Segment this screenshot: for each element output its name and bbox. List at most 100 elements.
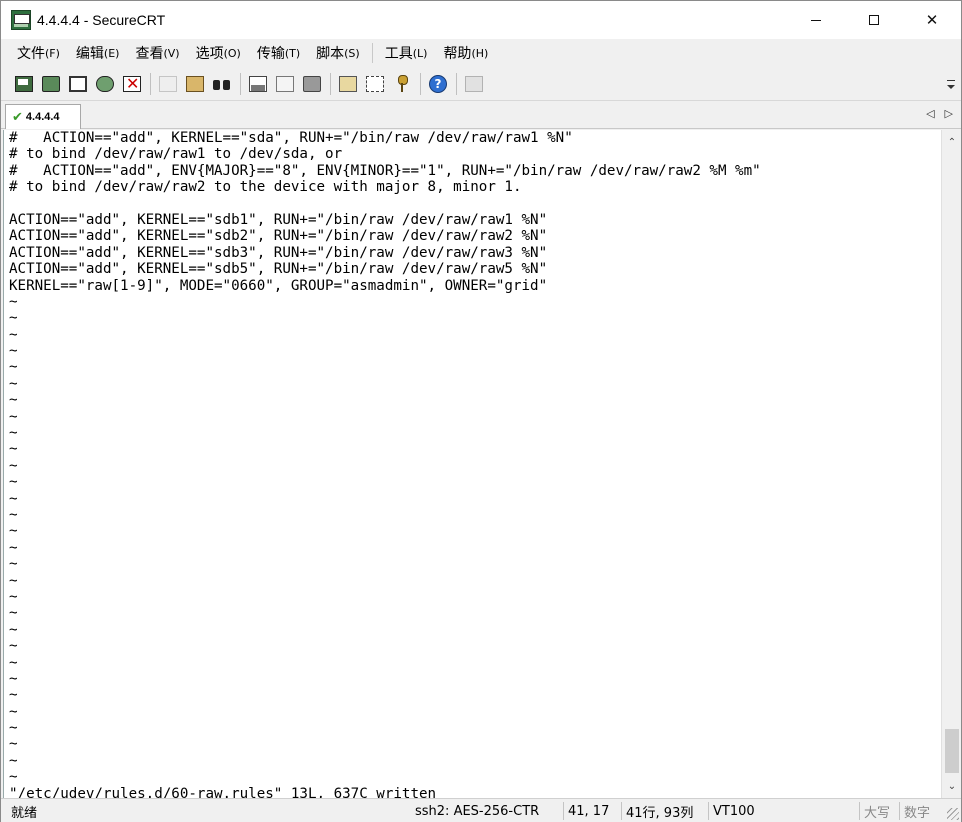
global-options-button[interactable] [364,73,386,95]
global-options-icon [366,75,384,92]
status-bar: 就绪 ssh2: AES-256-CTR 41, 17 41行, 93列 VT1… [1,798,961,822]
window-controls: ✕ [787,1,961,39]
disconnect-button[interactable] [121,73,143,95]
terminal-line: ~ [9,539,18,556]
menu-tools[interactable]: 工具 (L) [377,41,436,65]
terminal-output: # ACTION=="add", KERNEL=="sda", RUN+="/b… [9,130,761,798]
keymap-key-icon [397,74,408,93]
terminal-line: ~ [9,441,18,458]
menu-options[interactable]: 选项 (O) [188,41,249,65]
session-options-icon [339,75,357,92]
tab-scroll-left-icon[interactable]: ◁ [926,107,934,120]
print-setup-button[interactable] [301,73,323,95]
reconnect-icon [96,75,114,92]
terminal-line: ~ [9,670,18,687]
command-window-button[interactable] [463,73,485,95]
terminal-line: ~ [9,506,18,523]
paste-button[interactable] [184,73,206,95]
keymap-button[interactable] [391,73,413,95]
maximize-button[interactable] [845,1,903,39]
title-bar[interactable]: 4.4.4.4 - SecureCRT ✕ [1,1,961,39]
command-window-icon [465,75,483,92]
menu-file[interactable]: 文件 (F) [9,41,68,65]
status-terminal-type: VT100 [708,802,759,820]
scroll-up-icon[interactable]: ⌃ [942,132,962,152]
terminal-line: ~ [9,293,18,310]
menu-script[interactable]: 脚本 (S) [308,41,368,65]
toolbar-separator [420,72,421,95]
terminal-line: ~ [9,703,18,720]
menu-bar: 文件 (F) 编辑 (E) 查看 (V) 选项 (O) 传输 (T) 脚本 (S) 工具 (L… [1,39,961,67]
status-caps-lock: 大写 [859,802,894,821]
session-options-button[interactable] [337,73,359,95]
help-icon: ? [429,74,447,93]
terminal-scrollbar[interactable]: ⌃ ⌄ [941,130,961,798]
terminal-line: ~ [9,588,18,605]
menu-tools-label: 工具 [384,46,413,62]
menu-edit-accel: (E) [103,46,120,60]
minimize-button[interactable] [787,1,845,39]
terminal-line: ~ [9,720,18,737]
status-rows-cols: 41行, 93列 [621,802,697,821]
minimize-icon [811,19,821,21]
menu-view-accel: (V) [163,46,180,60]
toolbar-separator [456,72,457,95]
terminal-line: ACTION=="add", KERNEL=="sdb1", RUN+="/bi… [9,211,548,228]
reconnect-button[interactable] [94,73,116,95]
find-icon [213,76,231,92]
terminal-line: # to bind /dev/raw/raw2 to the device wi… [9,179,522,196]
menu-edit[interactable]: 编辑 (E) [68,41,128,65]
terminal-line: ~ [9,687,18,704]
terminal-line: # ACTION=="add", ENV{MAJOR}=="8", ENV{MI… [9,162,761,179]
menu-help[interactable]: 帮助 (H) [435,41,496,65]
menu-file-accel: (F) [45,46,60,60]
securecrt-app-icon[interactable] [11,10,31,30]
print-setup-icon [303,75,321,92]
find-button[interactable] [211,73,233,95]
menu-separator [371,43,373,63]
terminal-line: ~ [9,752,18,769]
quick-connect-button[interactable] [40,73,62,95]
terminal-line: ~ [9,326,18,343]
terminal-line: ~ [9,769,18,786]
terminal-line: ~ [9,490,18,507]
menu-edit-label: 编辑 [75,46,104,62]
terminal-line: # ACTION=="add", KERNEL=="sda", RUN+="/b… [9,130,573,146]
quick-connect-icon [42,75,60,92]
terminal-line: ~ [9,474,18,491]
connect-in-tab-button[interactable] [67,73,89,95]
menu-view[interactable]: 查看 (V) [127,41,187,65]
help-button[interactable]: ? [427,73,449,95]
close-icon: ✕ [925,11,939,29]
scroll-down-icon[interactable]: ⌄ [942,776,962,796]
connect-icon [15,75,33,92]
terminal-line: ~ [9,621,18,638]
resize-grip[interactable] [947,808,959,820]
print-selection-button[interactable] [274,73,296,95]
scrollbar-thumb[interactable] [945,729,959,773]
tab-scroll-right-icon[interactable]: ▷ [945,107,953,120]
menu-transfer-accel: (T) [284,46,301,60]
terminal-line: "/etc/udev/rules.d/60-raw.rules" 13L, 63… [9,785,437,798]
menu-transfer[interactable]: 传输 (T) [249,41,308,65]
tab-session-4-4-4-4[interactable]: ✔ 4.4.4.4 [5,104,81,129]
terminal-line: ~ [9,736,18,753]
copy-button[interactable] [157,73,179,95]
terminal-view[interactable]: # ACTION=="add", KERNEL=="sda", RUN+="/b… [3,130,941,798]
session-tab-bar: ✔ 4.4.4.4 ◁ ▷ [1,101,961,129]
connect-button[interactable] [13,73,35,95]
terminal-line: ~ [9,359,18,376]
status-ready: 就绪 [11,805,38,821]
menu-tools-accel: (L) [412,46,428,60]
terminal-line: ACTION=="add", KERNEL=="sdb3", RUN+="/bi… [9,244,548,261]
terminal-line: ACTION=="add", KERNEL=="sdb2", RUN+="/bi… [9,228,548,245]
menu-options-accel: (O) [223,46,241,60]
connect-in-tab-icon [69,75,87,92]
menu-help-accel: (H) [471,46,489,60]
terminal-line: ~ [9,310,18,327]
close-button[interactable]: ✕ [903,1,961,39]
check-icon: ✔ [12,109,23,125]
print-button[interactable] [247,73,269,95]
securecrt-window: 4.4.4.4 - SecureCRT ✕ 文件 (F) 编辑 (E) 查看 (V) … [0,0,962,822]
